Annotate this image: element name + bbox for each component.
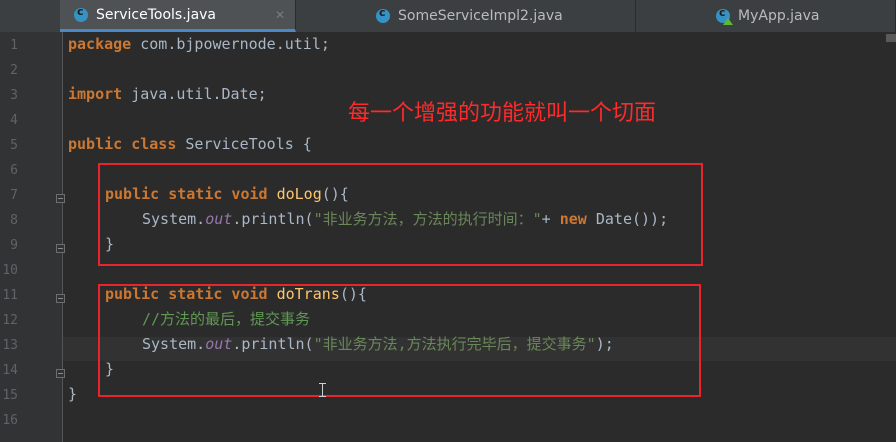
- tab-label: ServiceTools.java: [96, 6, 217, 23]
- line-number: 12: [2, 313, 18, 328]
- tab-someserviceimpl2[interactable]: SomeServiceImpl2.java: [296, 0, 636, 32]
- tab-servicetools[interactable]: ServiceTools.java ✕: [60, 0, 296, 32]
- tab-myapp[interactable]: MyApp.java: [636, 0, 896, 32]
- code-line-3: import java.util.Date;: [68, 82, 267, 107]
- line-number: 6: [10, 163, 18, 178]
- keyword-package: package: [68, 35, 132, 53]
- text-cursor-icon: [319, 383, 326, 397]
- line-number: 7: [10, 188, 18, 203]
- line-number: 2: [10, 63, 18, 78]
- tab-label: SomeServiceImpl2.java: [398, 8, 563, 24]
- line-number: 5: [10, 138, 18, 153]
- editor-tab-bar: ServiceTools.java ✕ SomeServiceImpl2.jav…: [0, 0, 896, 33]
- java-class-icon: [74, 5, 88, 22]
- fold-toggle-icon[interactable]: [56, 294, 65, 303]
- line-number: 8: [10, 213, 18, 228]
- package-name: com.bjpowernode.util;: [131, 35, 330, 53]
- line-number: 4: [10, 113, 18, 128]
- line-number: 1: [10, 38, 18, 53]
- fold-toggle-icon[interactable]: [56, 369, 65, 378]
- code-line-15: }: [68, 382, 77, 407]
- fold-toggle-icon[interactable]: [56, 244, 65, 253]
- java-class-icon: [376, 6, 390, 23]
- line-number-gutter[interactable]: 1 2 3 4 5 6 7 8 9 10 11 12 13 14 15 16: [0, 32, 65, 442]
- line-number: 16: [2, 413, 18, 428]
- highlight-box-dotrans: [98, 284, 701, 397]
- code-editor[interactable]: package com.bjpowernode.util; import jav…: [68, 32, 668, 428]
- scrollbar-marker[interactable]: [886, 34, 896, 42]
- fold-toggle-icon[interactable]: [56, 194, 65, 203]
- keyword-import: import: [68, 85, 123, 103]
- annotation-text: 每一个增强的功能就叫一个切面: [348, 101, 657, 126]
- java-app-class-icon: [716, 6, 733, 25]
- tab-label: MyApp.java: [738, 8, 820, 24]
- highlight-box-dolog: [98, 163, 703, 266]
- line-number: 15: [2, 388, 18, 403]
- class-declaration: ServiceTools {: [176, 135, 312, 153]
- code-line-5: public class ServiceTools {: [68, 132, 312, 157]
- line-number: 9: [10, 238, 18, 253]
- code-line-1: package com.bjpowernode.util;: [68, 32, 330, 57]
- line-number: 13: [2, 338, 18, 353]
- keyword-public-class: public class: [68, 135, 177, 153]
- closing-brace: }: [68, 385, 78, 403]
- import-path: java.util.Date;: [122, 85, 267, 103]
- line-number: 14: [2, 363, 18, 378]
- line-number: 10: [2, 263, 18, 278]
- line-number: 3: [10, 88, 18, 103]
- line-number: 11: [2, 288, 18, 303]
- close-tab-icon[interactable]: ✕: [275, 8, 285, 22]
